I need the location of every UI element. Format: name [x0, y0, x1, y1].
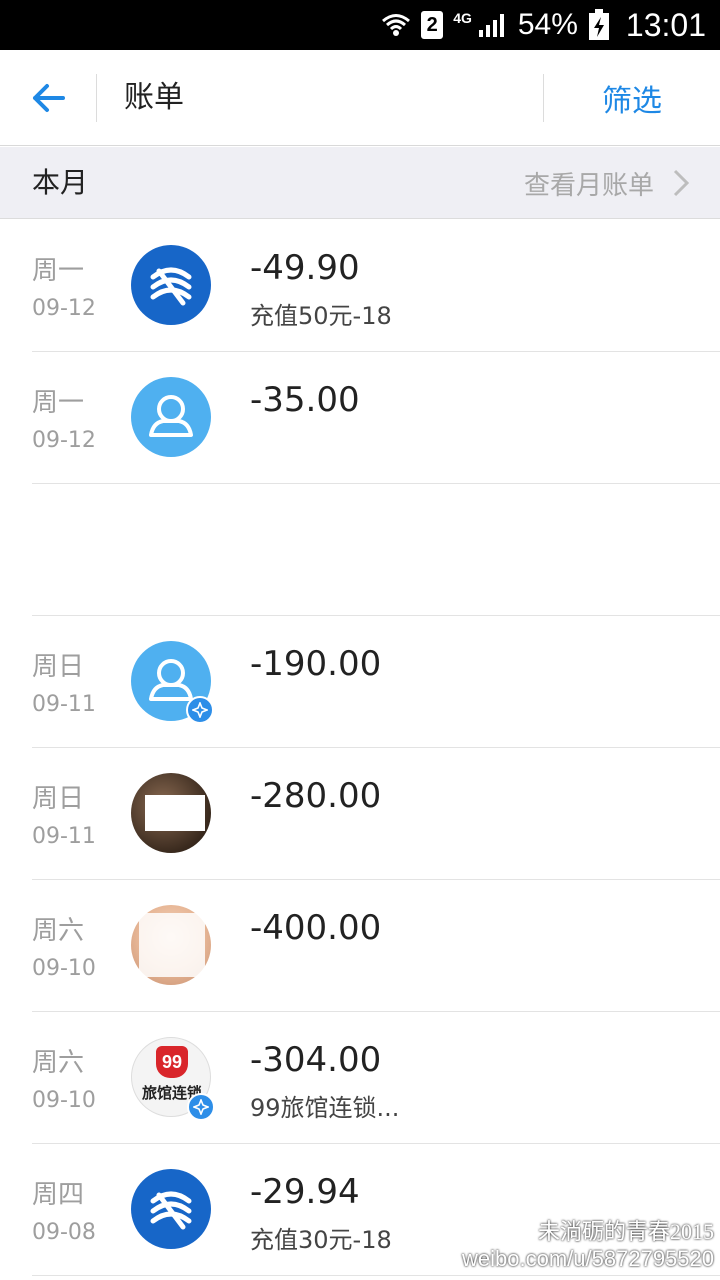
bill-row[interactable]: 周日 09-11 -190.00: [0, 616, 720, 748]
view-monthly-bill-label: 查看月账单: [523, 170, 654, 201]
default-user-avatar-icon: [131, 641, 214, 724]
bill-amount: -304.00: [250, 1040, 382, 1080]
battery-charging-icon: [588, 9, 610, 41]
bill-weekday: 周一: [32, 388, 85, 418]
bill-date: 09-10: [32, 956, 96, 981]
bill-amount: -400.00: [250, 908, 382, 948]
header-divider: [96, 74, 97, 122]
bill-weekday: 周一: [32, 256, 85, 286]
china-mobile-logo-icon: [131, 1169, 211, 1249]
weibo-watermark: 未淌砺的青春2015 weibo.com/u/5872795520: [462, 1214, 714, 1272]
bill-amount: -35.00: [250, 380, 360, 420]
bill-date: 09-12: [32, 296, 96, 321]
bill-weekday: 周日: [32, 784, 85, 814]
filter-button[interactable]: 筛选: [544, 50, 720, 146]
bill-description: 充值50元-18: [250, 302, 392, 330]
battery-percent: 54%: [517, 8, 578, 41]
month-section-header: 本月 查看月账单: [0, 147, 720, 219]
back-arrow-icon: [33, 84, 65, 112]
back-button[interactable]: [0, 50, 96, 146]
hotel-logo-avatar: 99 旅馆连锁: [131, 1037, 215, 1121]
bill-amount: -280.00: [250, 776, 382, 816]
china-mobile-logo-icon: [131, 245, 211, 325]
clock: 13:01: [625, 6, 706, 43]
bill-amount: -29.94: [250, 1172, 360, 1212]
view-monthly-bill-link[interactable]: 查看月账单: [524, 147, 690, 219]
bill-weekday: 周四: [32, 1180, 85, 1210]
watermark-name: 未淌砺的青春2015: [537, 1219, 714, 1244]
bill-row[interactable]: 周六 09-10 -400.00: [0, 880, 720, 1012]
wifi-icon: [381, 12, 411, 38]
bill-description: 99旅馆连锁...: [250, 1094, 400, 1122]
verified-badge-icon: [186, 696, 214, 724]
bill-row[interactable]: 周一 09-12 -49.90 充值50元-18: [0, 220, 720, 352]
bill-row[interactable]: 周六 09-10 99 旅馆连锁 -304.00 99旅馆连锁...: [0, 1012, 720, 1144]
bill-date: 09-10: [32, 1088, 96, 1113]
bill-weekday: 周六: [32, 1048, 85, 1078]
bill-row[interactable]: 周日 09-11 -280.00: [0, 748, 720, 880]
user-photo-avatar: [131, 905, 211, 985]
bill-row[interactable]: [0, 484, 720, 616]
bill-date: 09-11: [32, 824, 96, 849]
bill-row[interactable]: 周一 09-12 -35.00: [0, 352, 720, 484]
default-user-avatar-icon: [131, 377, 211, 457]
network-type: 4G: [453, 10, 472, 26]
sim-card-icon: 2: [421, 11, 444, 39]
bill-date: 09-11: [32, 692, 96, 717]
verified-badge-icon: [187, 1093, 215, 1121]
bill-weekday: 周日: [32, 652, 85, 682]
bill-list: 周一 09-12 -49.90 充值50元-18 周一 09-12 -35.00…: [0, 220, 720, 1276]
page-title: 账单: [124, 80, 184, 115]
status-bar: 2 4G 54% 13:01: [0, 0, 720, 50]
app-header: 账单 筛选: [0, 50, 720, 146]
bill-weekday: 周六: [32, 916, 85, 946]
hotel-logo-shield: 99: [156, 1046, 188, 1078]
bill-date: 09-12: [32, 428, 96, 453]
bill-description: 充值30元-18: [250, 1226, 392, 1254]
bill-amount: -190.00: [250, 644, 382, 684]
signal-icon: [478, 12, 508, 38]
bill-amount: -49.90: [250, 248, 360, 288]
chevron-right-icon: [672, 168, 690, 198]
user-photo-avatar: [131, 773, 211, 853]
watermark-url: weibo.com/u/5872795520: [462, 1246, 714, 1271]
month-label: 本月: [32, 166, 89, 199]
bill-date: 09-08: [32, 1220, 96, 1245]
